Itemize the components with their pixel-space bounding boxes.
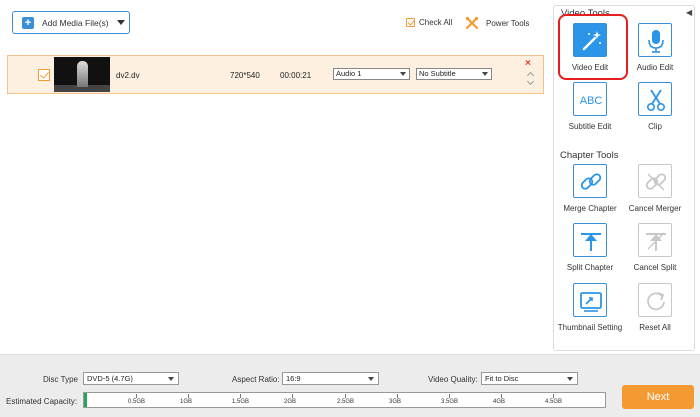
file-checkbox[interactable] [38,69,50,81]
thumbnail-icon [573,283,607,317]
disc-type-value: DVD-5 (4.7G) [87,374,133,383]
audio-edit-label: Audio Edit [636,63,674,72]
capacity-tick [553,394,554,398]
thumbnail-setting-label: Thumbnail Setting [557,323,623,332]
chevron-down-icon[interactable] [116,20,125,25]
capacity-tick-label: 0.5GB [128,399,146,405]
aspect-ratio-value: 16:9 [286,374,301,383]
reorder-arrows[interactable] [526,71,534,86]
subtitle-edit-button[interactable]: ABC Subtitle Edit [555,82,625,131]
split-chapter-button[interactable]: Split Chapter [555,223,625,272]
subtitle-edit-label: Subtitle Edit [568,122,612,131]
video-quality-value: Fit to Disc [485,374,519,383]
capacity-tick-label: 1GB [180,399,193,405]
clip-label: Clip [648,122,662,131]
capacity-tick-label: 4GB [493,399,506,405]
capacity-tick [397,394,398,398]
cancel-merger-button[interactable]: Cancel Merger [620,164,690,213]
abc-text-icon: ABC [573,82,607,116]
video-edit-highlight [558,14,628,80]
capacity-tick-label: 2.5GB [337,399,355,405]
next-button[interactable]: Next [622,385,694,409]
top-toolbar: + Add Media File(s) Check All Power Tool… [0,0,553,46]
capacity-tick [188,394,189,398]
plus-icon: + [22,16,34,29]
unlink-icon [638,164,672,198]
capacity-tick [240,394,241,398]
capacity-tick [292,394,293,398]
reset-all-label: Reset All [639,323,671,332]
check-all-checkbox[interactable] [406,18,415,27]
scissors-icon [638,82,672,116]
cancel-split-button[interactable]: Cancel Split [620,223,690,272]
reset-icon [638,283,672,317]
collapse-panel-icon[interactable]: ◀ [686,8,692,17]
remove-file-icon[interactable]: × [525,58,531,69]
move-down-icon[interactable] [526,77,534,86]
check-all-label: Check All [419,18,453,27]
thumbnail-setting-button[interactable]: Thumbnail Setting [555,283,625,332]
capacity-fill [84,393,87,407]
capacity-tick-label: 3.5GB [441,399,459,405]
capacity-tick [345,394,346,398]
chapter-tools-title: Chapter Tools [560,150,619,161]
split-icon [573,223,607,257]
svg-text:ABC: ABC [580,95,603,107]
chevron-down-icon [482,72,488,76]
capacity-label: Estimated Capacity: [6,397,78,406]
cancel-split-label: Cancel Split [633,263,677,272]
check-all-toggle[interactable]: Check All [406,18,452,27]
disc-type-select[interactable]: DVD-5 (4.7G) [83,372,179,385]
split-chapter-label: Split Chapter [566,263,614,272]
video-thumbnail [54,57,110,92]
audio-track-value: Audio 1 [336,69,362,78]
chevron-down-icon [567,377,573,381]
add-media-button[interactable]: + Add Media File(s) [12,11,130,34]
cancel-merger-label: Cancel Merger [628,204,682,213]
microphone-icon [638,23,672,57]
capacity-tick-label: 4.5GB [545,399,563,405]
chevron-down-icon [168,377,174,381]
capacity-tick-label: 2GB [284,399,297,405]
audio-track-select[interactable]: Audio 1 [333,68,410,80]
chevron-down-icon [368,377,374,381]
merge-chapter-label: Merge Chapter [563,204,617,213]
audio-edit-button[interactable]: Audio Edit [620,23,690,72]
aspect-ratio-select[interactable]: 16:9 [282,372,379,385]
disc-type-label: Disc Type [43,375,78,384]
chevron-down-icon [400,72,406,76]
file-duration: 00:00:21 [280,71,312,80]
capacity-tick-label: 1.5GB [232,399,250,405]
capacity-tick [449,394,450,398]
file-name: dv2.dv [116,71,140,80]
capacity-tick-label: 3GB [389,399,402,405]
power-tools-icon [465,16,479,30]
video-quality-select[interactable]: Fit to Disc [481,372,578,385]
power-tools-label: Power Tools [486,18,530,28]
capacity-tick [136,394,137,398]
link-icon [573,164,607,198]
subtitle-value: No Subtitle [419,69,456,78]
merge-chapter-button[interactable]: Merge Chapter [555,164,625,213]
power-tools-button[interactable]: Power Tools [465,16,529,30]
capacity-tick [501,394,502,398]
aspect-ratio-label: Aspect Ratio: [232,375,280,384]
capacity-bar: 0.5GB 1GB 1.5GB 2GB 2.5GB 3GB 3.5GB 4GB 4.5GB [83,392,606,408]
video-quality-label: Video Quality: [428,375,478,384]
subtitle-select[interactable]: No Subtitle [416,68,492,80]
clip-button[interactable]: Clip [620,82,690,131]
add-media-label: Add Media File(s) [42,17,109,28]
file-row[interactable]: dv2.dv 720*540 00:00:21 Audio 1 No Subti… [7,55,544,94]
cancel-split-icon [638,223,672,257]
file-resolution: 720*540 [230,71,260,80]
reset-all-button[interactable]: Reset All [620,283,690,332]
